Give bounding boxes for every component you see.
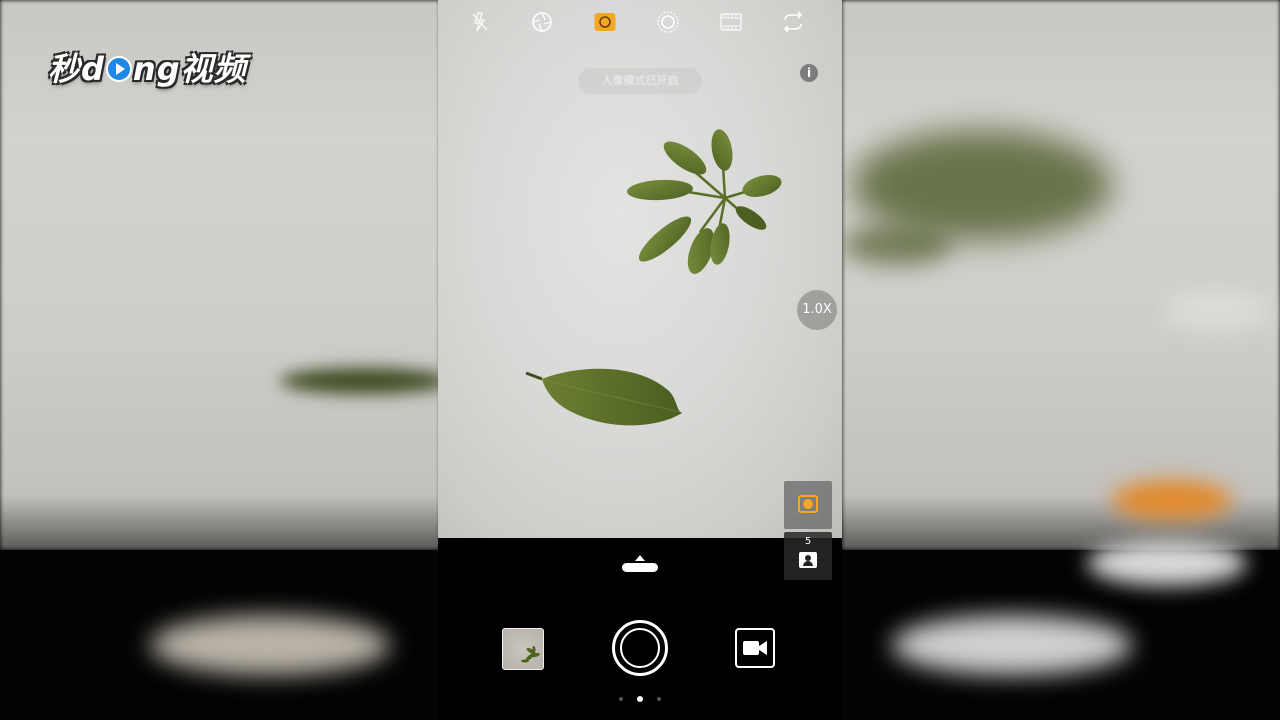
page-dot-active[interactable]: [637, 696, 643, 702]
video-mode-button[interactable]: [735, 628, 775, 668]
phone-camera-app: 人像模式已开启 i 1.0X 5: [438, 0, 842, 720]
viewfinder[interactable]: 人像模式已开启 i 1.0X: [438, 0, 842, 538]
portrait-square-icon: [798, 495, 818, 513]
blurred-background-right: [842, 0, 1280, 720]
thumbnail-leaf-image: [521, 646, 540, 663]
switch-camera-icon[interactable]: [781, 10, 805, 34]
camera-screen: 秒d ng视频 人像模式已开启 i 1.0X 5: [0, 0, 1280, 720]
blurred-background-left: [0, 0, 440, 720]
leaf-cluster: [627, 129, 782, 274]
zoom-level-button[interactable]: 1.0X: [797, 290, 837, 330]
shutter-button[interactable]: [612, 620, 668, 676]
video-camera-icon: [743, 641, 767, 655]
info-icon[interactable]: i: [800, 64, 818, 82]
timer-count: 5: [804, 536, 812, 547]
mode-page-indicator: [616, 696, 664, 704]
gallery-thumbnail[interactable]: [502, 628, 544, 670]
play-icon: [105, 56, 132, 82]
page-dot[interactable]: [657, 697, 661, 701]
person-icon: [799, 552, 817, 568]
self-timer-button[interactable]: 5: [784, 532, 832, 580]
flash-off-icon[interactable]: [468, 10, 492, 34]
watermark-logo: 秒d ng视频: [48, 50, 247, 88]
portrait-toggle-button[interactable]: [784, 481, 832, 529]
filter-icon[interactable]: [656, 10, 680, 34]
portrait-mode-icon[interactable]: [593, 10, 617, 34]
camera-top-bar: [438, 0, 842, 44]
page-dot[interactable]: [619, 697, 623, 701]
aperture-icon[interactable]: [530, 10, 554, 34]
film-icon[interactable]: [719, 10, 743, 34]
single-leaf: [525, 368, 682, 426]
portrait-mode-toast: 人像模式已开启: [578, 68, 702, 94]
expand-menu-arrow-icon[interactable]: [621, 553, 659, 573]
